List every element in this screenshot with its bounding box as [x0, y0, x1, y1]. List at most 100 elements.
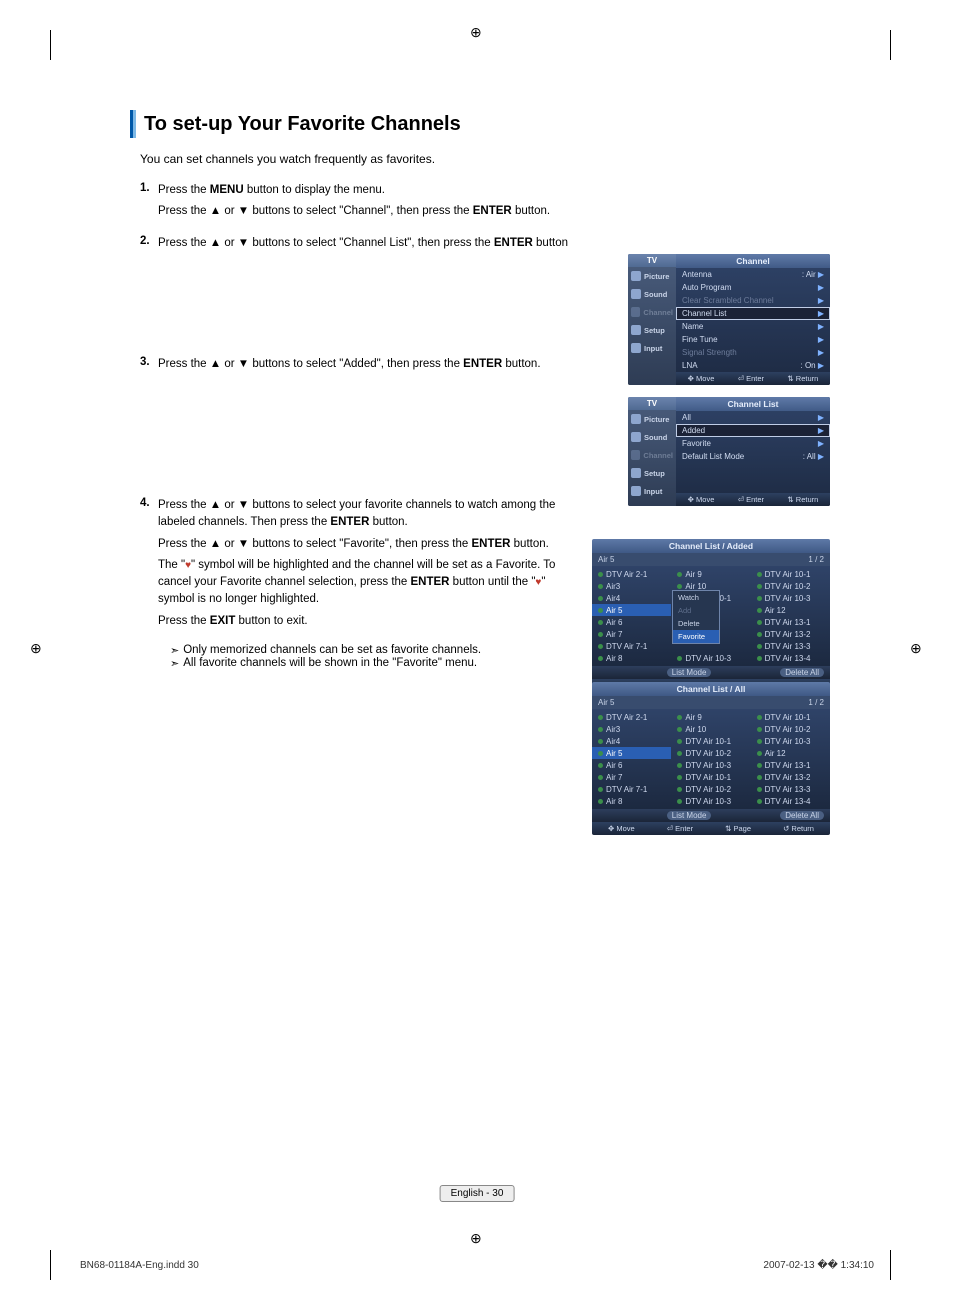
osd-side-item[interactable]: Input	[628, 482, 676, 500]
osd-menu-row[interactable]: Clear Scrambled Channel ▶	[676, 294, 830, 307]
delete-all-button[interactable]: Delete All	[780, 811, 824, 820]
channel-name: DTV Air 10-3	[685, 654, 731, 663]
row-value: ▶	[818, 296, 824, 305]
channel-row[interactable]: Air 7	[592, 628, 671, 640]
channel-row[interactable]: Air 12	[751, 747, 830, 759]
channel-row[interactable]: DTV Air 10-1	[751, 568, 830, 580]
context-menu-item[interactable]: Add	[673, 604, 719, 617]
list-mode-button[interactable]: List Mode	[667, 811, 712, 820]
osd-menu-row[interactable]: Name ▶	[676, 320, 830, 333]
text: Press the	[158, 184, 210, 196]
channel-row[interactable]: DTV Air 10-1	[671, 771, 750, 783]
chevron-right-icon: ▶	[818, 309, 824, 318]
osd-hint: ⏎ Enter	[738, 495, 764, 504]
list-mode-button[interactable]: List Mode	[667, 668, 712, 677]
note-text: All favorite channels will be shown in t…	[183, 657, 477, 669]
channel-row[interactable]: DTV Air 10-1	[751, 711, 830, 723]
channel-row[interactable]: DTV Air 10-1	[671, 735, 750, 747]
osd-menu-row[interactable]: Favorite ▶	[676, 437, 830, 450]
channel-row[interactable]: DTV Air 2-1	[592, 711, 671, 723]
osd-menu-row[interactable]: Default List Mode: All ▶	[676, 450, 830, 463]
channel-row[interactable]: DTV Air 13-3	[751, 783, 830, 795]
channel-row[interactable]: Air 8	[592, 652, 671, 664]
channel-dot-icon	[757, 739, 762, 744]
channel-row[interactable]: Air 5	[592, 747, 671, 759]
osd-side-item[interactable]: Input	[628, 339, 676, 357]
osd-menu-row[interactable]: Antenna: Air ▶	[676, 268, 830, 281]
channel-row[interactable]: DTV Air 10-3	[671, 795, 750, 807]
context-menu-item[interactable]: Watch	[673, 591, 719, 604]
channel-dot-icon	[598, 632, 603, 637]
osd-side-item[interactable]: Channel	[628, 303, 676, 321]
menu-icon	[631, 289, 641, 299]
osd-menu-row[interactable]: Auto Program ▶	[676, 281, 830, 294]
channel-row[interactable]: DTV Air 13-4	[751, 652, 830, 664]
channel-row[interactable]: DTV Air 10-3	[751, 592, 830, 604]
channel-row[interactable]: Air3	[592, 580, 671, 592]
channel-row[interactable]: DTV Air 13-2	[751, 628, 830, 640]
channel-name: DTV Air 10-3	[765, 737, 811, 746]
text: button.	[502, 358, 540, 370]
channel-name: DTV Air 13-3	[765, 642, 811, 651]
channel-row[interactable]: Air 10	[671, 723, 750, 735]
steps-list: 1. Press the MENU button to display the …	[140, 182, 830, 670]
osd-side-item[interactable]: Setup	[628, 321, 676, 339]
channel-row[interactable]: DTV Air 10-2	[671, 747, 750, 759]
context-menu-item[interactable]: Delete	[673, 617, 719, 630]
channel-row[interactable]: Air 6	[592, 759, 671, 771]
channel-row[interactable]: Air3	[592, 723, 671, 735]
channel-dot-icon	[598, 799, 603, 804]
channel-row[interactable]: Air 5	[592, 604, 671, 616]
osd-menu-row[interactable]: All ▶	[676, 411, 830, 424]
current-channel: Air 5	[598, 555, 614, 564]
channel-row[interactable]: DTV Air 10-3	[751, 735, 830, 747]
channel-row[interactable]: DTV Air 13-1	[751, 616, 830, 628]
page-footer: English - 30	[440, 1185, 515, 1202]
channel-row[interactable]: DTV Air 7-1	[592, 640, 671, 652]
osd-side-item[interactable]: Sound	[628, 428, 676, 446]
channel-row[interactable]: Air 12	[751, 604, 830, 616]
channel-dot-icon	[677, 751, 682, 756]
osd-menu-row[interactable]: Fine Tune ▶	[676, 333, 830, 346]
channel-row[interactable]: Air 8	[592, 795, 671, 807]
context-menu[interactable]: WatchAddDeleteFavorite	[672, 590, 720, 644]
context-menu-item[interactable]: Favorite	[673, 630, 719, 643]
enter-label: ENTER	[411, 576, 450, 588]
delete-all-button[interactable]: Delete All	[780, 668, 824, 677]
channel-row[interactable]: Air4	[592, 592, 671, 604]
channel-row[interactable]: DTV Air 10-2	[671, 783, 750, 795]
channel-row[interactable]: DTV Air 13-1	[751, 759, 830, 771]
osd-hint: ⏎ Enter	[738, 374, 764, 383]
osd-hint: ⇅ Return	[787, 374, 818, 383]
channel-row[interactable]: DTV Air 2-1	[592, 568, 671, 580]
osd-menu-row[interactable]: Channel List ▶	[676, 307, 830, 320]
channel-row[interactable]: Air 9	[671, 711, 750, 723]
channel-row[interactable]: DTV Air 10-2	[751, 723, 830, 735]
channel-dot-icon	[598, 584, 603, 589]
row-label: Name	[682, 322, 703, 331]
channel-row[interactable]: Air4	[592, 735, 671, 747]
channel-row[interactable]: Air 9	[671, 568, 750, 580]
channel-row[interactable]: DTV Air 7-1	[592, 783, 671, 795]
channel-row[interactable]: DTV Air 10-2	[751, 580, 830, 592]
osd-side-item[interactable]: Channel	[628, 446, 676, 464]
channel-row[interactable]: Air 7	[592, 771, 671, 783]
osd-menu-row[interactable]: Added ▶	[676, 424, 830, 437]
text: button.	[512, 205, 550, 217]
osd-menu-row[interactable]: Signal Strength ▶	[676, 346, 830, 359]
channel-row[interactable]: DTV Air 10-3	[671, 759, 750, 771]
osd-side-item[interactable]: Setup	[628, 464, 676, 482]
channel-row[interactable]: Air 6	[592, 616, 671, 628]
channel-row[interactable]: DTV Air 13-3	[751, 640, 830, 652]
osd-side-item[interactable]: Picture	[628, 267, 676, 285]
side-label: Setup	[644, 469, 665, 478]
channel-row[interactable]: DTV Air 10-3	[671, 652, 750, 664]
osd-side-item[interactable]: Sound	[628, 285, 676, 303]
channel-row[interactable]: DTV Air 13-4	[751, 795, 830, 807]
osd-menu-row[interactable]: LNA: On ▶	[676, 359, 830, 372]
channel-row[interactable]: DTV Air 13-2	[751, 771, 830, 783]
text: button	[533, 237, 568, 249]
osd-header: Channel List	[676, 397, 830, 411]
row-value: : Air ▶	[802, 270, 824, 279]
osd-side-item[interactable]: Picture	[628, 410, 676, 428]
